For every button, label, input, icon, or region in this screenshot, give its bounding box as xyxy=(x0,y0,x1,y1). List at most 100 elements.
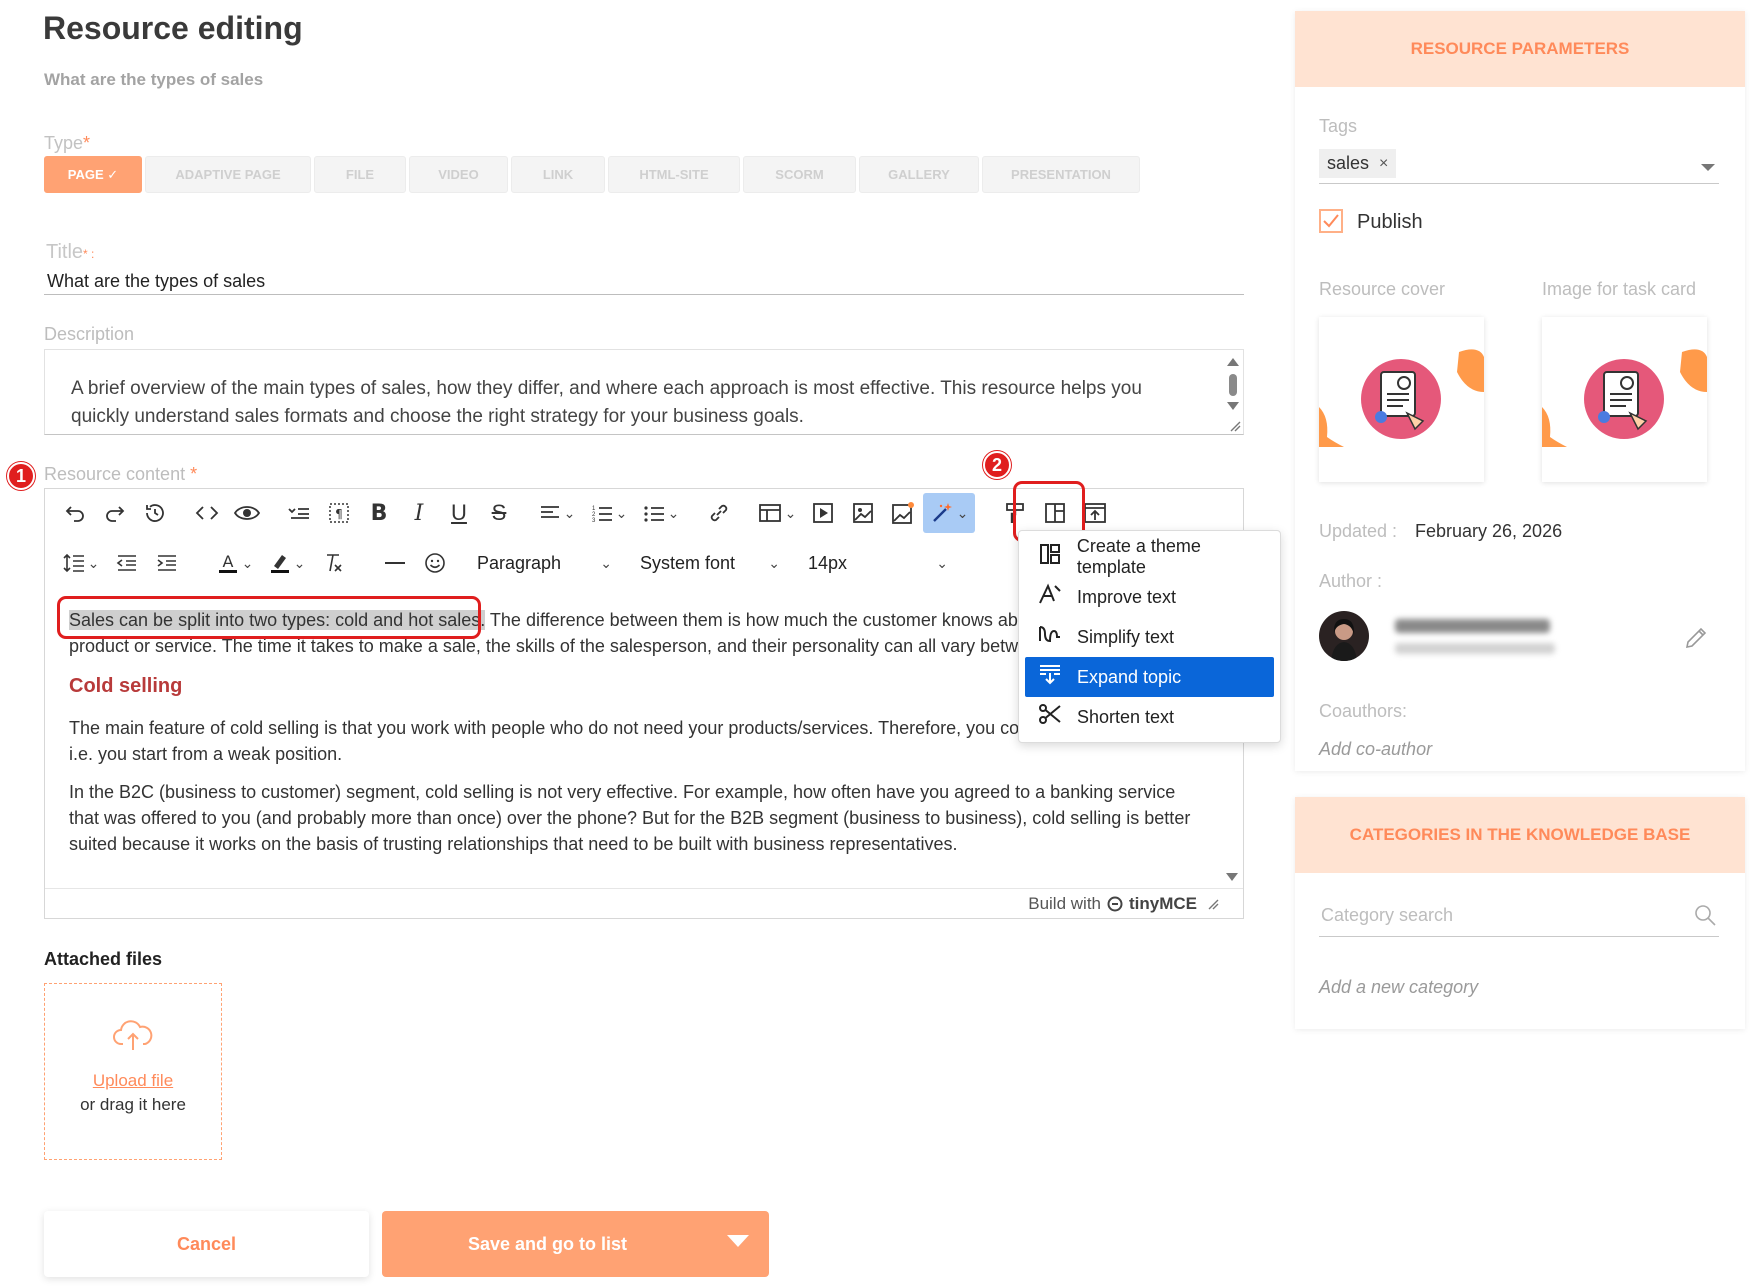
block-format-value: Paragraph xyxy=(477,552,562,573)
dropdown-arrow-icon[interactable] xyxy=(1701,164,1715,171)
search-icon[interactable] xyxy=(1693,903,1717,927)
add-coauthor-link[interactable]: Add co-author xyxy=(1319,739,1432,760)
emoji-icon[interactable] xyxy=(415,543,455,583)
ai-image-icon[interactable] xyxy=(883,493,923,533)
underline-icon[interactable]: U xyxy=(439,493,479,533)
svg-text:3: 3 xyxy=(592,518,596,523)
font-size-select[interactable]: 14px ⌄ xyxy=(798,545,958,581)
type-tab-file[interactable]: FILE xyxy=(314,156,406,193)
clear-formatting-icon[interactable] xyxy=(313,543,353,583)
italic-icon[interactable]: I xyxy=(399,493,439,533)
type-tab-presentation[interactable]: PRESENTATION xyxy=(982,156,1140,193)
type-tab-scorm[interactable]: SCORM xyxy=(743,156,856,193)
build-with-text: Build with xyxy=(1028,893,1101,913)
cloud-upload-icon xyxy=(45,1018,221,1057)
title-label: Title* : xyxy=(46,241,95,263)
media-icon[interactable] xyxy=(803,493,843,533)
bold-icon[interactable]: B xyxy=(359,493,399,533)
editor-scroll-down-icon[interactable] xyxy=(1225,872,1239,882)
author-label: Author : xyxy=(1319,571,1383,591)
check-icon xyxy=(1323,214,1339,228)
font-family-select[interactable]: System font ⌄ xyxy=(630,545,790,581)
accordion-icon[interactable] xyxy=(279,493,319,533)
preview-eye-icon[interactable] xyxy=(227,493,267,533)
strikethrough-icon[interactable]: S xyxy=(479,493,519,533)
menu-item-expand-topic[interactable]: Expand topic xyxy=(1025,657,1274,697)
chevron-down-icon: ⌄ xyxy=(784,504,797,521)
resource-parameters-panel: RESOURCE PARAMETERS Tags sales × Publish … xyxy=(1295,11,1745,771)
ai-assistant-dropdown[interactable]: ⌄ xyxy=(923,493,975,533)
text-color-dropdown[interactable]: A ⌄ xyxy=(209,543,261,583)
resource-parameters-header: RESOURCE PARAMETERS xyxy=(1295,11,1745,87)
show-blocks-icon[interactable]: ¶ xyxy=(319,493,359,533)
bullet-list-dropdown[interactable]: ⌄ xyxy=(635,493,687,533)
description-textarea[interactable]: A brief overview of the main types of sa… xyxy=(44,349,1244,435)
improve-text-icon xyxy=(1035,583,1065,611)
link-icon[interactable] xyxy=(699,493,739,533)
block-format-select[interactable]: Paragraph ⌄ xyxy=(467,545,622,581)
publish-checkbox[interactable] xyxy=(1319,209,1343,233)
type-tab-html-site[interactable]: HTML-SITE xyxy=(608,156,740,193)
description-scrollbar[interactable] xyxy=(1226,356,1240,426)
horizontal-line-icon[interactable] xyxy=(375,543,415,583)
type-tab-page[interactable]: PAGE ✓ xyxy=(44,156,142,193)
save-button-label: Save and go to list xyxy=(468,1233,628,1254)
type-tab-link[interactable]: LINK xyxy=(511,156,605,193)
outdent-icon[interactable] xyxy=(107,543,147,583)
table-dropdown[interactable]: ⌄ xyxy=(751,493,803,533)
menu-item-create-theme-template[interactable]: Create a theme template xyxy=(1025,536,1274,577)
tinymce-brand[interactable]: tinyMCE xyxy=(1129,894,1197,914)
align-dropdown[interactable]: ⌄ xyxy=(531,493,583,533)
type-tab-video[interactable]: VIDEO xyxy=(409,156,508,193)
author-name-redacted xyxy=(1395,619,1550,633)
template-icon xyxy=(1035,543,1065,571)
cancel-button[interactable]: Cancel xyxy=(44,1211,369,1277)
resize-handle-icon[interactable] xyxy=(1229,420,1241,432)
magic-wand-icon xyxy=(932,503,952,522)
chevron-down-icon: ⌄ xyxy=(936,554,948,571)
dropdown-caret-icon[interactable] xyxy=(727,1235,749,1247)
category-search-placeholder: Category search xyxy=(1321,905,1454,925)
remove-tag-icon[interactable]: × xyxy=(1379,155,1388,173)
type-tab-gallery[interactable]: GALLERY xyxy=(859,156,979,193)
chevron-down-icon: ⌄ xyxy=(87,554,100,571)
title-input[interactable]: What are the types of sales xyxy=(44,266,1244,295)
categories-panel: CATEGORIES IN THE KNOWLEDGE BASE Categor… xyxy=(1295,797,1745,1029)
font-family-value: System font xyxy=(640,552,736,573)
indent-icon[interactable] xyxy=(147,543,187,583)
edit-author-pencil-icon[interactable] xyxy=(1683,625,1709,656)
save-and-go-to-list-button[interactable]: Save and go to list xyxy=(382,1211,769,1277)
resize-handle-icon[interactable] xyxy=(1207,898,1219,910)
resource-cover-image[interactable] xyxy=(1319,317,1484,482)
categories-header: CATEGORIES IN THE KNOWLEDGE BASE xyxy=(1295,797,1745,873)
history-icon[interactable] xyxy=(135,493,175,533)
source-code-icon[interactable] xyxy=(187,493,227,533)
image-icon[interactable] xyxy=(843,493,883,533)
menu-item-label: Create a theme template xyxy=(1076,536,1201,577)
upload-file-link[interactable]: Upload file xyxy=(45,1071,221,1091)
ai-assistant-menu: Create a theme template Improve text Sim… xyxy=(1018,530,1281,743)
line-height-dropdown[interactable]: ⌄ xyxy=(55,543,107,583)
type-tab-adaptive-page[interactable]: ADAPTIVE PAGE xyxy=(145,156,311,193)
svg-text:A: A xyxy=(222,552,233,571)
task-card-image[interactable] xyxy=(1542,317,1707,482)
highlight-color-dropdown[interactable]: ⌄ xyxy=(261,543,313,583)
scissors-icon xyxy=(1035,703,1065,731)
undo-icon[interactable] xyxy=(55,493,95,533)
menu-item-simplify-text[interactable]: Simplify text xyxy=(1025,617,1274,657)
chevron-down-icon: ⌄ xyxy=(956,504,969,521)
menu-item-shorten-text[interactable]: Shorten text xyxy=(1025,697,1274,737)
add-category-link[interactable]: Add a new category xyxy=(1319,977,1478,998)
chevron-down-icon: ⌄ xyxy=(615,504,628,521)
annotation-badge-1: 1 xyxy=(7,462,35,490)
tags-select[interactable]: sales × xyxy=(1319,142,1719,184)
redo-icon[interactable] xyxy=(95,493,135,533)
menu-item-improve-text[interactable]: Improve text xyxy=(1025,577,1274,617)
coauthors-label: Coauthors: xyxy=(1319,701,1408,721)
tag-chip-label: sales xyxy=(1327,153,1370,173)
upload-dropzone[interactable]: Upload file or drag it here xyxy=(44,983,222,1160)
annotation-badge-2: 2 xyxy=(983,451,1011,479)
category-search-input[interactable]: Category search xyxy=(1319,897,1719,937)
task-card-image-label: Image for task card xyxy=(1542,279,1697,299)
numbered-list-dropdown[interactable]: 1 2 3 ⌄ xyxy=(583,493,635,533)
